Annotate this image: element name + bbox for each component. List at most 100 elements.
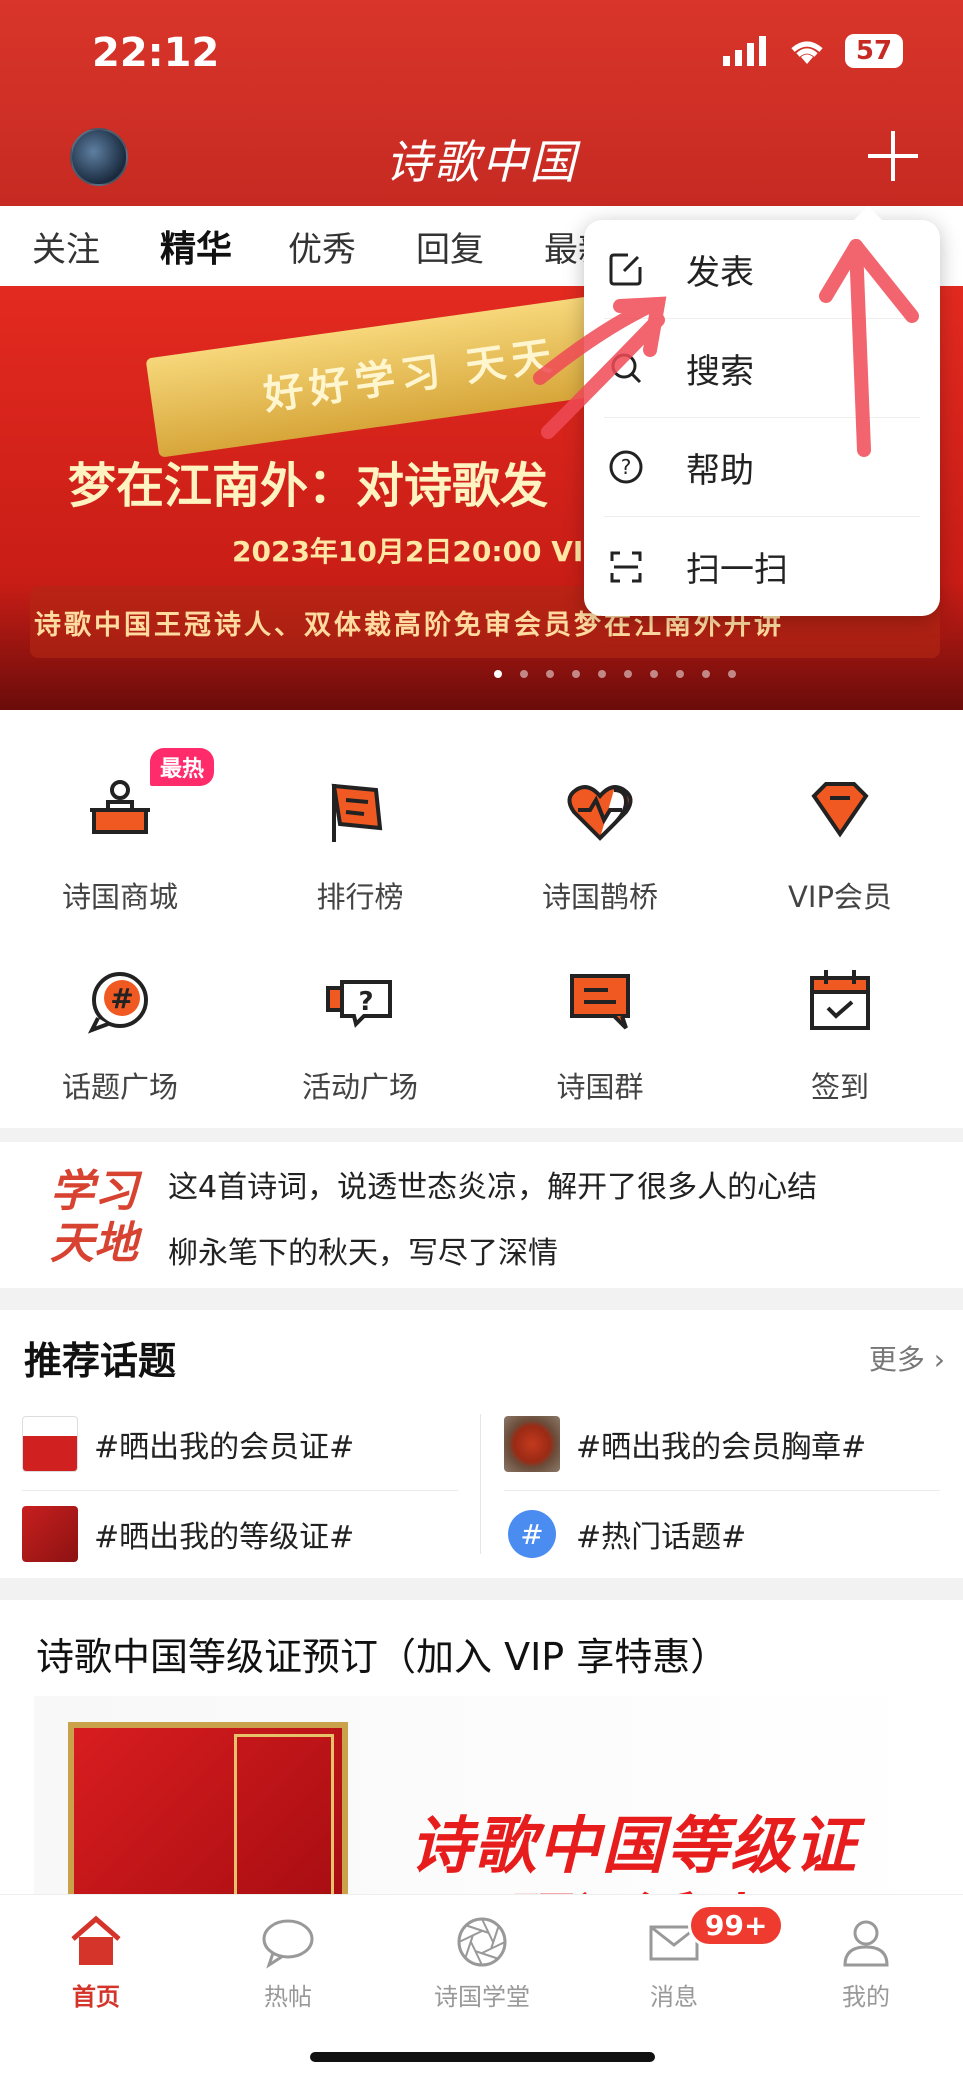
carousel-dot[interactable] [650, 670, 658, 678]
study-section: 学习 天地 这4首诗词，说透世态炎凉，解开了很多人的心结 柳永笔下的秋天，写尽了… [0, 1140, 963, 1288]
search-icon [611, 353, 642, 384]
carousel-dot[interactable] [546, 670, 554, 678]
topic-item[interactable]: # #热门话题# [504, 1506, 746, 1562]
topic-item[interactable]: #晒出我的会员胸章# [504, 1416, 866, 1472]
home-icon [71, 1915, 121, 1965]
status-icons: 57 [723, 34, 903, 68]
carousel-dot[interactable] [520, 670, 528, 678]
certificate-box-panel [234, 1734, 334, 1894]
carousel-dot[interactable] [676, 670, 684, 678]
add-button[interactable] [863, 126, 923, 186]
tab-excellent[interactable]: 优秀 [288, 222, 384, 271]
menu-label: 帮助 [686, 450, 754, 491]
tab-featured[interactable]: 精华 [160, 220, 256, 294]
grid-label: 诗国鹊桥 [541, 880, 658, 914]
svg-text:?: ? [621, 455, 632, 479]
promo-headline-2: 预订活动 [500, 1872, 748, 1894]
carousel-dot[interactable] [494, 670, 502, 678]
carousel-dot[interactable] [728, 670, 736, 678]
study-article-link[interactable]: 这4首诗词，说透世态炎凉，解开了很多人的心结 [168, 1162, 817, 1206]
grid-item-ranking[interactable]: 排行榜 [240, 772, 480, 952]
promo-title: 诗歌中国等级证预订（加入 VIP 享特惠） [36, 1635, 729, 1679]
carousel-dots [494, 670, 736, 678]
topic-item[interactable]: #晒出我的等级证# [22, 1506, 354, 1562]
hot-badge: 最热 [150, 748, 215, 786]
grid-item-topics[interactable]: # 话题广场 [0, 962, 240, 1142]
topics-more-link[interactable]: 更多 › [869, 1338, 945, 1378]
topic-label: #晒出我的会员胸章# [576, 1430, 867, 1465]
edit-icon [609, 253, 642, 286]
topic-label: #晒出我的会员证# [94, 1430, 355, 1465]
topic-divider [22, 1490, 458, 1491]
feature-grid: 诗国商城 最热 排行榜 诗国鹊桥 VIP会员 # 话题广场 ? 活动广场 诗国群… [0, 730, 963, 1120]
menu-item-search[interactable]: 搜索 [604, 319, 920, 418]
grid-label: 排行榜 [316, 880, 404, 914]
svg-text:#: # [110, 982, 133, 1015]
grid-item-bridge[interactable]: 诗国鹊桥 [480, 772, 720, 952]
add-menu-popup: 发表 搜索 ? 帮助 扫一扫 [584, 206, 940, 616]
nav-label: 消息 [650, 1983, 698, 2011]
study-logo-line: 天地 [50, 1218, 138, 1269]
nav-home[interactable]: 首页 [26, 1913, 166, 2012]
megaphone-icon: ? [326, 980, 392, 1028]
topic-column-divider [480, 1414, 481, 1554]
study-logo[interactable]: 学习 天地 [50, 1166, 138, 1270]
nav-academy[interactable]: 诗国学堂 [412, 1913, 552, 2012]
topics-title: 推荐话题 [24, 1339, 177, 1383]
menu-item-publish[interactable]: 发表 [604, 220, 920, 319]
section-separator [0, 1288, 963, 1310]
aperture-icon [457, 1917, 507, 1967]
grid-label: 诗国群 [556, 1070, 644, 1104]
calendar-check-icon [810, 970, 870, 1030]
diamond-icon [811, 782, 869, 838]
grid-label: 活动广场 [301, 1070, 418, 1104]
grid-item-events[interactable]: ? 活动广场 [240, 962, 480, 1142]
message-count-badge: 99+ [688, 1904, 785, 1947]
menu-item-scan[interactable]: 扫一扫 [604, 517, 920, 616]
nav-profile[interactable]: 我的 [796, 1913, 936, 2012]
hashtag-icon: # [508, 1510, 556, 1558]
menu-label: 扫一扫 [686, 550, 788, 590]
nav-hot-posts[interactable]: 热帖 [218, 1913, 358, 2012]
banner-title: 梦在江南外：对诗歌发 [68, 458, 549, 514]
carousel-dot[interactable] [702, 670, 710, 678]
recommended-topics: 推荐话题 更多 › #晒出我的会员证# #晒出我的会员胸章# #晒出我的等级证#… [0, 1310, 963, 1570]
carousel-dot[interactable] [598, 670, 606, 678]
topic-label: #晒出我的等级证# [94, 1520, 355, 1555]
menu-item-help[interactable]: ? 帮助 [604, 418, 920, 517]
nav-label: 我的 [842, 1983, 890, 2011]
svg-text:#: # [520, 1518, 543, 1551]
grid-label: VIP会员 [788, 880, 892, 914]
help-icon: ? [609, 450, 643, 484]
heart-icon [567, 785, 633, 841]
topic-item[interactable]: #晒出我的会员证# [22, 1416, 354, 1472]
tab-follow[interactable]: 关注 [32, 222, 128, 271]
person-icon [843, 1920, 889, 1967]
menu-label: 搜索 [686, 351, 754, 392]
grid-label: 签到 [810, 1070, 869, 1104]
signal-icon [723, 36, 766, 66]
nav-label: 诗国学堂 [434, 1983, 530, 2011]
chat-group-icon [570, 974, 630, 1030]
topic-thumbnail [22, 1506, 78, 1562]
nav-label: 热帖 [264, 1983, 312, 2011]
hashtag-bubble-icon: # [87, 972, 148, 1034]
home-indicator [310, 2052, 655, 2062]
grid-item-groups[interactable]: 诗国群 [480, 962, 720, 1142]
study-article-link[interactable]: 柳永笔下的秋天，写尽了深情 [168, 1228, 558, 1272]
wifi-icon [791, 41, 823, 64]
promo-section[interactable]: 诗歌中国等级证预订（加入 VIP 享特惠） 诗歌中国等级证 预订活动 [0, 1600, 963, 1894]
study-logo-line: 学习 [50, 1166, 138, 1217]
menu-label: 发表 [686, 252, 754, 293]
carousel-dot[interactable] [572, 670, 580, 678]
grid-item-checkin[interactable]: 签到 [720, 962, 960, 1142]
ranking-flag-icon [331, 783, 383, 842]
topic-label: #热门话题# [576, 1520, 747, 1555]
tab-replies[interactable]: 回复 [416, 222, 512, 271]
grid-item-vip[interactable]: VIP会员 [720, 772, 960, 952]
carousel-dot[interactable] [624, 670, 632, 678]
battery-indicator: 57 [845, 34, 903, 68]
mall-icon [90, 780, 150, 834]
grid-item-mall[interactable]: 诗国商城 [0, 772, 240, 952]
status-time: 22:12 [92, 30, 220, 76]
